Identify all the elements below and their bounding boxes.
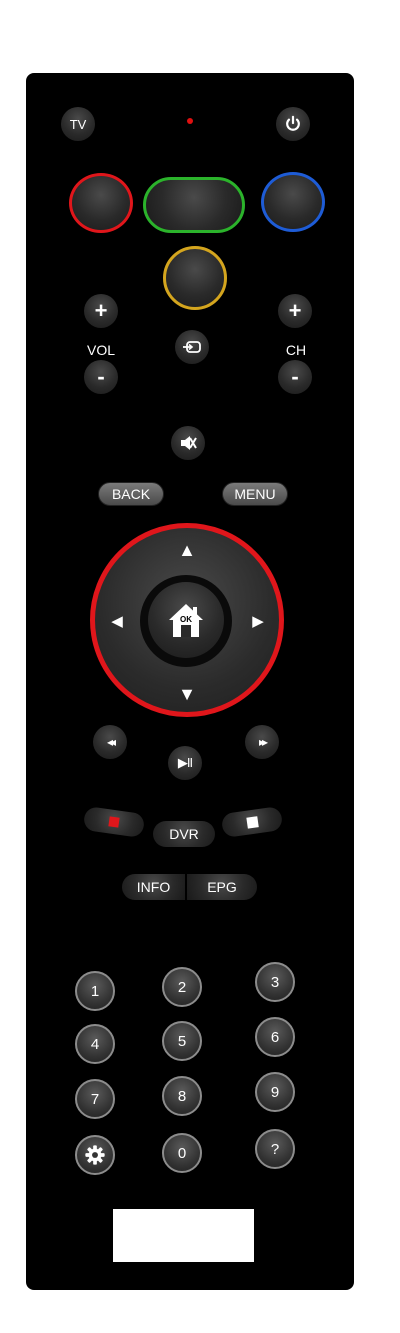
number-1-button[interactable]: 1 — [75, 971, 115, 1011]
number-9-button[interactable]: 9 — [255, 1072, 295, 1112]
back-button[interactable]: BACK — [98, 482, 164, 506]
mute-icon — [181, 436, 197, 450]
input-source-icon — [183, 341, 201, 353]
power-led — [187, 118, 193, 124]
stop-button[interactable] — [220, 805, 284, 839]
vol-up-button[interactable]: + — [84, 294, 118, 328]
epg-button[interactable]: EPG — [187, 874, 257, 900]
dvr-button[interactable]: DVR — [153, 821, 215, 847]
vol-label: VOL — [86, 342, 115, 358]
number-5-button[interactable]: 5 — [162, 1021, 202, 1061]
record-icon — [108, 816, 120, 828]
red-button[interactable] — [69, 173, 133, 233]
help-button[interactable]: ? — [255, 1129, 295, 1169]
power-icon — [286, 115, 300, 131]
number-0-button[interactable]: 0 — [162, 1133, 202, 1173]
remote-body: TV + VOL - + CH - BACK MENU ▲ ▼ ◀ ▶ OK ◂… — [26, 73, 354, 1290]
number-7-button[interactable]: 7 — [75, 1079, 115, 1119]
play-pause-button[interactable]: ▶II — [168, 746, 202, 780]
mute-button[interactable] — [171, 426, 205, 460]
fast-forward-button[interactable]: ▸▸ — [245, 725, 279, 759]
ok-home-button[interactable]: OK — [148, 582, 224, 658]
settings-button[interactable] — [75, 1135, 115, 1175]
tv-button[interactable]: TV — [61, 107, 95, 141]
record-button[interactable] — [82, 805, 146, 839]
vol-down-button[interactable]: - — [84, 360, 118, 394]
number-4-button[interactable]: 4 — [75, 1024, 115, 1064]
ch-down-button[interactable]: - — [278, 360, 312, 394]
number-3-button[interactable]: 3 — [255, 962, 295, 1002]
menu-button[interactable]: MENU — [222, 482, 288, 506]
dpad-up-button[interactable]: ▲ — [172, 536, 202, 564]
ch-up-button[interactable]: + — [278, 294, 312, 328]
rewind-button[interactable]: ◂◂ — [93, 725, 127, 759]
dpad-left-button[interactable]: ◀ — [104, 607, 130, 635]
stop-icon — [245, 815, 259, 829]
dpad-right-button[interactable]: ▶ — [245, 607, 271, 635]
number-2-button[interactable]: 2 — [162, 967, 202, 1007]
ch-label: CH — [285, 342, 307, 358]
gear-icon — [85, 1145, 105, 1165]
label-plate — [113, 1209, 254, 1262]
info-button[interactable]: INFO — [122, 874, 185, 900]
yellow-button[interactable] — [163, 246, 227, 310]
input-source-button[interactable] — [175, 330, 209, 364]
number-8-button[interactable]: 8 — [162, 1076, 202, 1116]
ok-label: OK — [180, 615, 192, 624]
blue-button[interactable] — [261, 172, 325, 232]
green-button[interactable] — [143, 177, 245, 233]
number-6-button[interactable]: 6 — [255, 1017, 295, 1057]
dpad-down-button[interactable]: ▼ — [172, 680, 202, 708]
power-button[interactable] — [276, 107, 310, 141]
